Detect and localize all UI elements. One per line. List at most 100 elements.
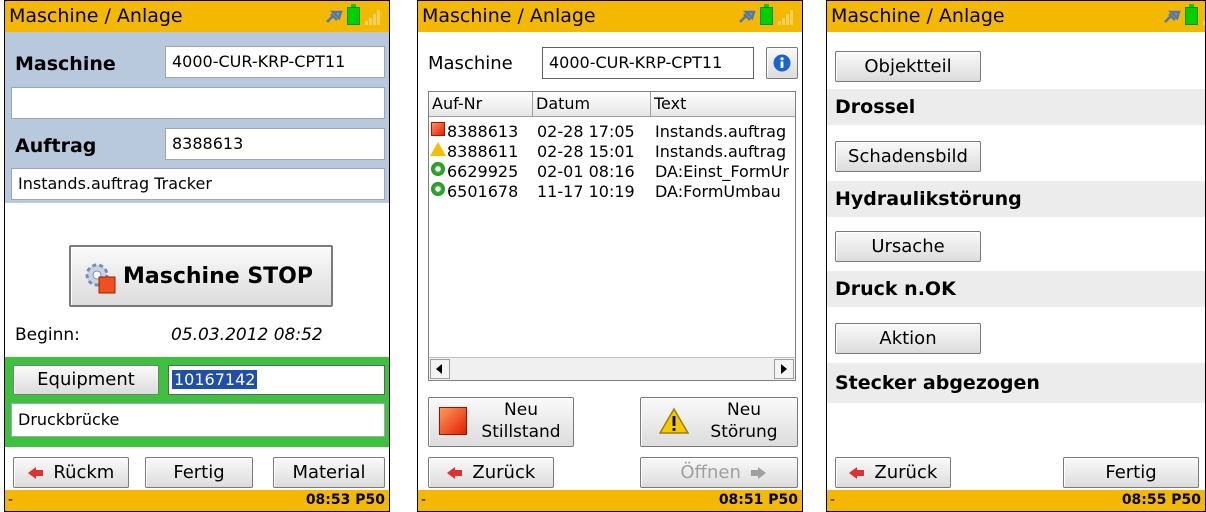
column-header-text[interactable]: Text bbox=[651, 92, 795, 116]
plug-icon bbox=[1164, 10, 1181, 23]
stillstand-icon bbox=[431, 122, 445, 136]
auftrag-text-field: Instands.auftrag Tracker bbox=[11, 168, 385, 200]
maschine-label: Maschine bbox=[15, 53, 116, 75]
objektteil-button[interactable]: Objektteil bbox=[835, 51, 981, 82]
footer-left: - bbox=[8, 492, 14, 508]
equipment-button[interactable]: Equipment bbox=[13, 365, 159, 395]
row-nr: 6501678 bbox=[447, 182, 519, 201]
row-nr: 8388613 bbox=[447, 122, 519, 141]
footer-left: - bbox=[421, 492, 427, 508]
row-nr: 6629925 bbox=[447, 162, 519, 181]
scroll-right-button[interactable] bbox=[774, 359, 794, 379]
footer-time: 08:51 P50 bbox=[718, 492, 798, 508]
arrow-left-icon bbox=[446, 467, 462, 479]
plug-icon bbox=[739, 10, 756, 23]
ursache-value: Druck n.OK bbox=[835, 278, 956, 300]
maschine-stop-button[interactable]: Maschine STOP bbox=[69, 245, 333, 307]
fertig-button[interactable]: Fertig bbox=[145, 457, 253, 488]
row-datum: 11-17 10:19 bbox=[537, 182, 635, 201]
zurueck-button[interactable]: Zurück bbox=[428, 457, 554, 488]
material-button[interactable]: Material bbox=[273, 457, 385, 488]
warning-icon bbox=[430, 142, 446, 156]
rueckm-label: Rückm bbox=[53, 462, 115, 483]
status-icons bbox=[1163, 4, 1205, 26]
gear-ok-icon bbox=[431, 182, 445, 196]
list-row[interactable]: 8388611 02-28 15:01 Instands.auftrag bbox=[429, 142, 795, 162]
window-title: Maschine / Anlage bbox=[9, 5, 183, 27]
status-icons bbox=[738, 4, 798, 26]
battery-icon bbox=[1185, 4, 1198, 25]
fertig-button[interactable]: Fertig bbox=[1063, 457, 1199, 488]
aktion-button[interactable]: Aktion bbox=[835, 323, 981, 354]
screen-auftrag-list: Maschine / Anlage Maschine 4000-CUR-KRP-… bbox=[417, 0, 803, 512]
column-header-auf-nr[interactable]: Auf-Nr bbox=[429, 92, 533, 116]
arrow-right-icon bbox=[750, 467, 766, 479]
rueckm-button[interactable]: Rückm bbox=[13, 457, 129, 488]
title-bar: Maschine / Anlage bbox=[418, 1, 802, 32]
signal-icon bbox=[365, 9, 381, 25]
neu-stoerung-button[interactable]: Neu Störung bbox=[640, 397, 798, 447]
title-bar: Maschine / Anlage bbox=[827, 1, 1205, 32]
empty-field[interactable] bbox=[11, 87, 385, 119]
stop-gear-icon bbox=[85, 263, 116, 294]
order-panel: Maschine 4000-CUR-KRP-CPT11 Auftrag 8388… bbox=[5, 32, 389, 203]
neu-stillstand-line2: Stillstand bbox=[481, 422, 561, 442]
maschine-field[interactable]: 4000-CUR-KRP-CPT11 bbox=[542, 47, 754, 79]
arrow-left-icon bbox=[27, 467, 43, 479]
oeffnen-button[interactable]: Öffnen bbox=[640, 457, 798, 488]
list-header: Auf-Nr Datum Text bbox=[429, 92, 795, 117]
schadensbild-button[interactable]: Schadensbild bbox=[835, 141, 981, 172]
scroll-left-button[interactable] bbox=[430, 359, 450, 379]
maschine-field[interactable]: 4000-CUR-KRP-CPT11 bbox=[165, 46, 385, 78]
column-header-datum[interactable]: Datum bbox=[533, 92, 651, 116]
zurueck-label: Zurück bbox=[472, 462, 536, 483]
list-row[interactable]: 6501678 11-17 10:19 DA:FormUmbau bbox=[429, 182, 795, 202]
objektteil-row: Drossel bbox=[827, 89, 1205, 125]
status-footer: - 08:55 P50 bbox=[827, 490, 1205, 511]
footer-left: - bbox=[830, 492, 836, 508]
window-title: Maschine / Anlage bbox=[422, 5, 596, 27]
title-bar: Maschine / Anlage bbox=[5, 1, 389, 32]
screen-schaden-details: Maschine / Anlage Objektteil Drossel Sch… bbox=[826, 0, 1206, 512]
battery-icon bbox=[347, 4, 360, 25]
schadensbild-row: Hydraulikstörung bbox=[827, 181, 1205, 217]
row-datum: 02-01 08:16 bbox=[537, 162, 635, 181]
status-icons bbox=[325, 4, 385, 26]
zurueck-label: Zurück bbox=[874, 462, 938, 483]
neu-stillstand-button[interactable]: Neu Stillstand bbox=[428, 397, 574, 447]
row-text: Instands.auftrag bbox=[655, 142, 787, 161]
row-text: DA:Einst_FormUr bbox=[655, 162, 789, 181]
footer-time: 08:53 P50 bbox=[305, 492, 385, 508]
equipment-input-value: 10167142 bbox=[172, 370, 258, 389]
ursache-row: Druck n.OK bbox=[827, 271, 1205, 307]
scroll-right-icon bbox=[781, 364, 787, 374]
auftrag-label: Auftrag bbox=[15, 135, 97, 157]
auftrag-list[interactable]: Auf-Nr Datum Text 8388613 02-28 17:05 In… bbox=[428, 91, 796, 381]
neu-stillstand-line1: Neu bbox=[504, 400, 538, 420]
ursache-button[interactable]: Ursache bbox=[835, 231, 981, 262]
plug-icon bbox=[326, 10, 343, 23]
beginn-value: 05.03.2012 08:52 bbox=[171, 325, 323, 345]
row-text: DA:FormUmbau bbox=[655, 182, 781, 201]
neu-stoerung-line1: Neu bbox=[727, 400, 761, 420]
battery-icon bbox=[760, 4, 773, 25]
oeffnen-label: Öffnen bbox=[680, 462, 741, 483]
maschine-label: Maschine bbox=[428, 53, 513, 74]
equipment-input[interactable]: 10167142 bbox=[168, 365, 385, 395]
objektteil-value: Drossel bbox=[835, 96, 916, 118]
auftrag-field[interactable]: 8388613 bbox=[165, 128, 385, 160]
aktion-value: Stecker abgezogen bbox=[835, 372, 1040, 394]
window-title: Maschine / Anlage bbox=[831, 5, 1005, 27]
list-row[interactable]: 8388613 02-28 17:05 Instands.auftrag bbox=[429, 122, 795, 142]
info-icon bbox=[773, 54, 791, 72]
row-datum: 02-28 17:05 bbox=[537, 122, 635, 141]
gear-ok-icon bbox=[431, 162, 445, 176]
status-footer: - 08:51 P50 bbox=[418, 490, 802, 511]
arrow-left-icon bbox=[848, 467, 864, 479]
list-row[interactable]: 6629925 02-01 08:16 DA:Einst_FormUr bbox=[429, 162, 795, 182]
aktion-row: Stecker abgezogen bbox=[827, 363, 1205, 403]
info-button[interactable] bbox=[766, 47, 798, 79]
zurueck-button[interactable]: Zurück bbox=[835, 457, 951, 488]
horizontal-scrollbar[interactable] bbox=[429, 357, 795, 380]
scroll-left-icon bbox=[436, 364, 442, 374]
